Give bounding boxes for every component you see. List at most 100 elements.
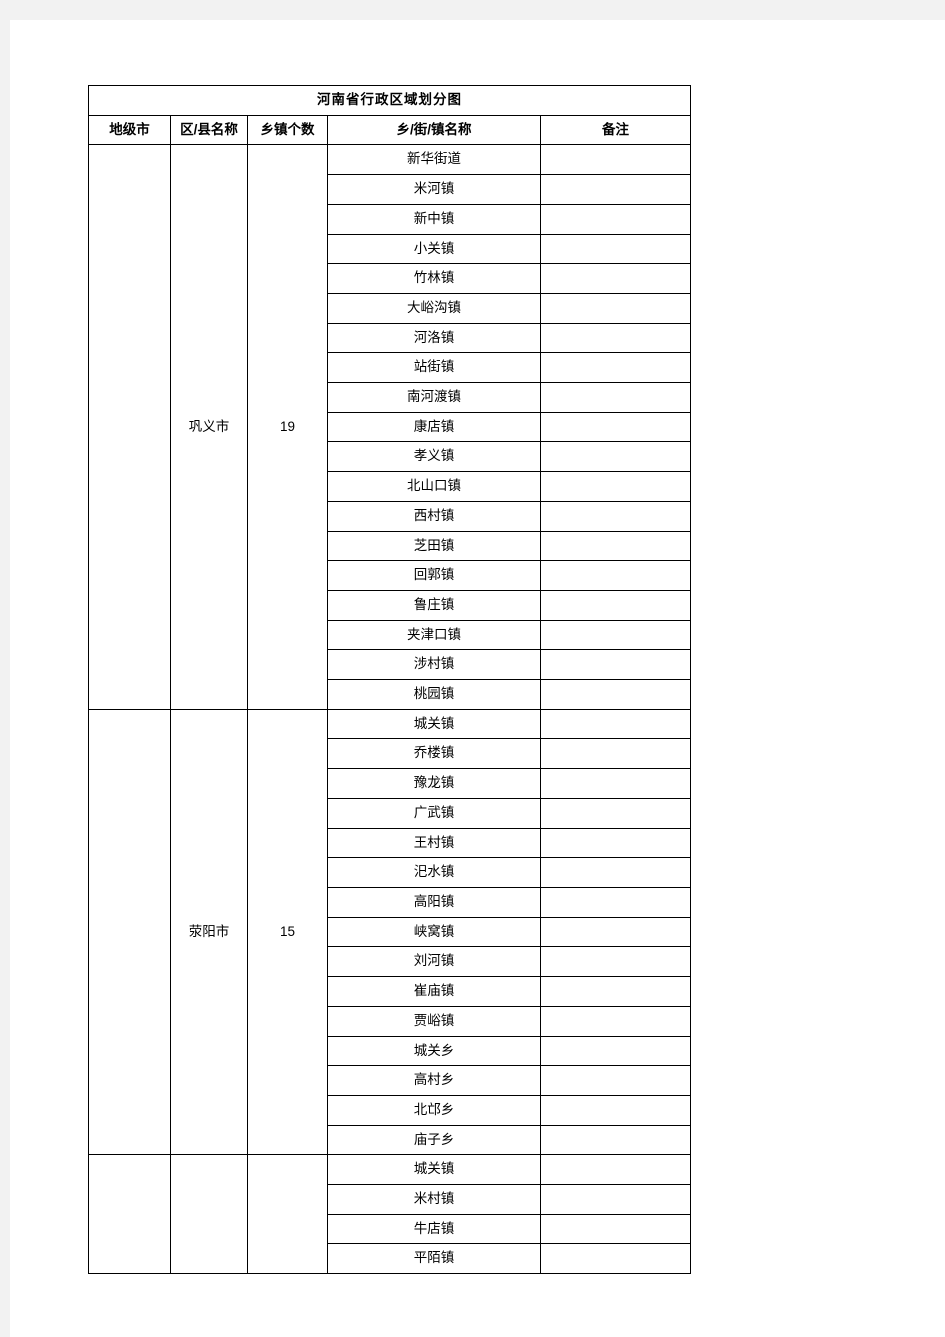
- cell-township-name: 崔庙镇: [327, 976, 541, 1007]
- cell-township-name: 夹津口镇: [327, 619, 541, 651]
- cell-note: [539, 1035, 692, 1067]
- cell-township-name: 贾峪镇: [327, 1005, 541, 1037]
- cell-township-name: 大峪沟镇: [327, 292, 541, 324]
- cell-note: [539, 797, 692, 829]
- cell-township-name: 站街镇: [327, 352, 541, 384]
- cell-township-name: 孝义镇: [327, 441, 541, 473]
- cell-note: [539, 203, 692, 235]
- cell-note: [539, 946, 692, 978]
- page-gutter-top: [0, 0, 945, 20]
- cell-township-name: 米河镇: [327, 174, 541, 205]
- table-row: 巩义市 19 新华街道: [88, 144, 692, 710]
- cell-note: [539, 1094, 692, 1126]
- cell-note: [539, 292, 692, 324]
- cell-township-name: 康店镇: [327, 411, 541, 443]
- cell-township-name: 平陌镇: [327, 1243, 541, 1275]
- cell-township-name: 豫龙镇: [327, 768, 541, 799]
- cell-note: [539, 411, 692, 443]
- page-gutter-left: [0, 0, 10, 1337]
- cell-note: [539, 1243, 692, 1275]
- cell-note: [539, 174, 692, 205]
- header-row: 地级市 区/县名称 乡镇个数 乡/街/镇名称 备注: [88, 114, 692, 146]
- cell-township-name: 小关镇: [327, 233, 541, 265]
- cell-township-name: 城关镇: [327, 708, 541, 740]
- cell-district-name: 荥阳市: [170, 708, 248, 1156]
- cell-township-name: 米村镇: [327, 1184, 541, 1215]
- cell-note: [539, 441, 692, 473]
- cell-note: [539, 1065, 692, 1096]
- cell-township-count: [247, 1154, 328, 1275]
- cell-note: [539, 144, 692, 176]
- cell-note: [539, 530, 692, 562]
- cell-township-name: 汜水镇: [327, 857, 541, 888]
- cell-note: [539, 352, 692, 384]
- cell-note: [539, 827, 692, 859]
- cell-note: [539, 263, 692, 294]
- cell-township-name: 新中镇: [327, 203, 541, 235]
- cell-township-name: 北邙乡: [327, 1094, 541, 1126]
- cell-district-name: [170, 1154, 248, 1275]
- cell-township-name: 城关乡: [327, 1035, 541, 1067]
- cell-note: [539, 738, 692, 770]
- cell-note: [539, 382, 692, 413]
- cell-township-name: 王村镇: [327, 827, 541, 859]
- cell-township-name: 城关镇: [327, 1154, 541, 1186]
- column-header-district: 区/县名称: [170, 114, 248, 146]
- cell-prefecture-city: [88, 708, 171, 1156]
- cell-township-name: 芝田镇: [327, 530, 541, 562]
- cell-note: [539, 976, 692, 1007]
- column-header-name: 乡/街/镇名称: [327, 114, 541, 146]
- cell-township-name: 高阳镇: [327, 886, 541, 918]
- spreadsheet-page: 河南省行政区域划分图 地级市 区/县名称 乡镇个数 乡/街/镇名称 备注 巩义市…: [10, 20, 945, 1337]
- cell-note: [539, 886, 692, 918]
- column-header-count: 乡镇个数: [247, 114, 328, 146]
- cell-note: [539, 708, 692, 740]
- cell-note: [539, 1184, 692, 1215]
- cell-township-name: 回郭镇: [327, 560, 541, 591]
- cell-note: [539, 233, 692, 265]
- cell-township-count: 19: [247, 144, 328, 710]
- cell-township-name: 峡窝镇: [327, 916, 541, 948]
- cell-township-name: 刘河镇: [327, 946, 541, 978]
- column-header-city: 地级市: [88, 114, 171, 146]
- cell-note: [539, 1124, 692, 1156]
- cell-township-name: 乔楼镇: [327, 738, 541, 770]
- cell-note: [539, 589, 692, 621]
- cell-township-name: 竹林镇: [327, 263, 541, 294]
- cell-note: [539, 500, 692, 532]
- cell-township-name: 桃园镇: [327, 679, 541, 710]
- cell-township-name: 高村乡: [327, 1065, 541, 1096]
- cell-note: [539, 649, 692, 681]
- administrative-division-table: 河南省行政区域划分图 地级市 区/县名称 乡镇个数 乡/街/镇名称 备注 巩义市…: [87, 85, 692, 1275]
- cell-note: [539, 322, 692, 354]
- cell-note: [539, 857, 692, 888]
- title-row: 河南省行政区域划分图: [87, 85, 692, 116]
- cell-township-name: 北山口镇: [327, 471, 541, 502]
- cell-note: [539, 679, 692, 710]
- cell-township-name: 广武镇: [327, 797, 541, 829]
- cell-note: [539, 916, 692, 948]
- cell-note: [539, 1213, 692, 1245]
- cell-note: [539, 768, 692, 799]
- table-row: 荥阳市 15 城关镇: [88, 708, 692, 1156]
- cell-note: [539, 471, 692, 502]
- cell-township-name: 新华街道: [327, 144, 541, 176]
- cell-note: [539, 1154, 692, 1186]
- cell-township-name: 河洛镇: [327, 322, 541, 354]
- cell-prefecture-city: [88, 1154, 171, 1275]
- cell-note: [539, 619, 692, 651]
- cell-district-name: 巩义市: [170, 144, 248, 710]
- cell-township-count: 15: [247, 708, 328, 1156]
- table-row: 城关镇: [88, 1154, 692, 1275]
- cell-township-name: 牛店镇: [327, 1213, 541, 1245]
- page-title: 河南省行政区域划分图: [87, 85, 692, 116]
- cell-note: [539, 560, 692, 591]
- cell-note: [539, 1005, 692, 1037]
- cell-prefecture-city: [88, 144, 171, 710]
- column-header-note: 备注: [539, 114, 692, 146]
- cell-township-name: 南河渡镇: [327, 382, 541, 413]
- cell-township-name: 涉村镇: [327, 649, 541, 681]
- cell-township-name: 西村镇: [327, 500, 541, 532]
- cell-township-name: 庙子乡: [327, 1124, 541, 1156]
- cell-township-name: 鲁庄镇: [327, 589, 541, 621]
